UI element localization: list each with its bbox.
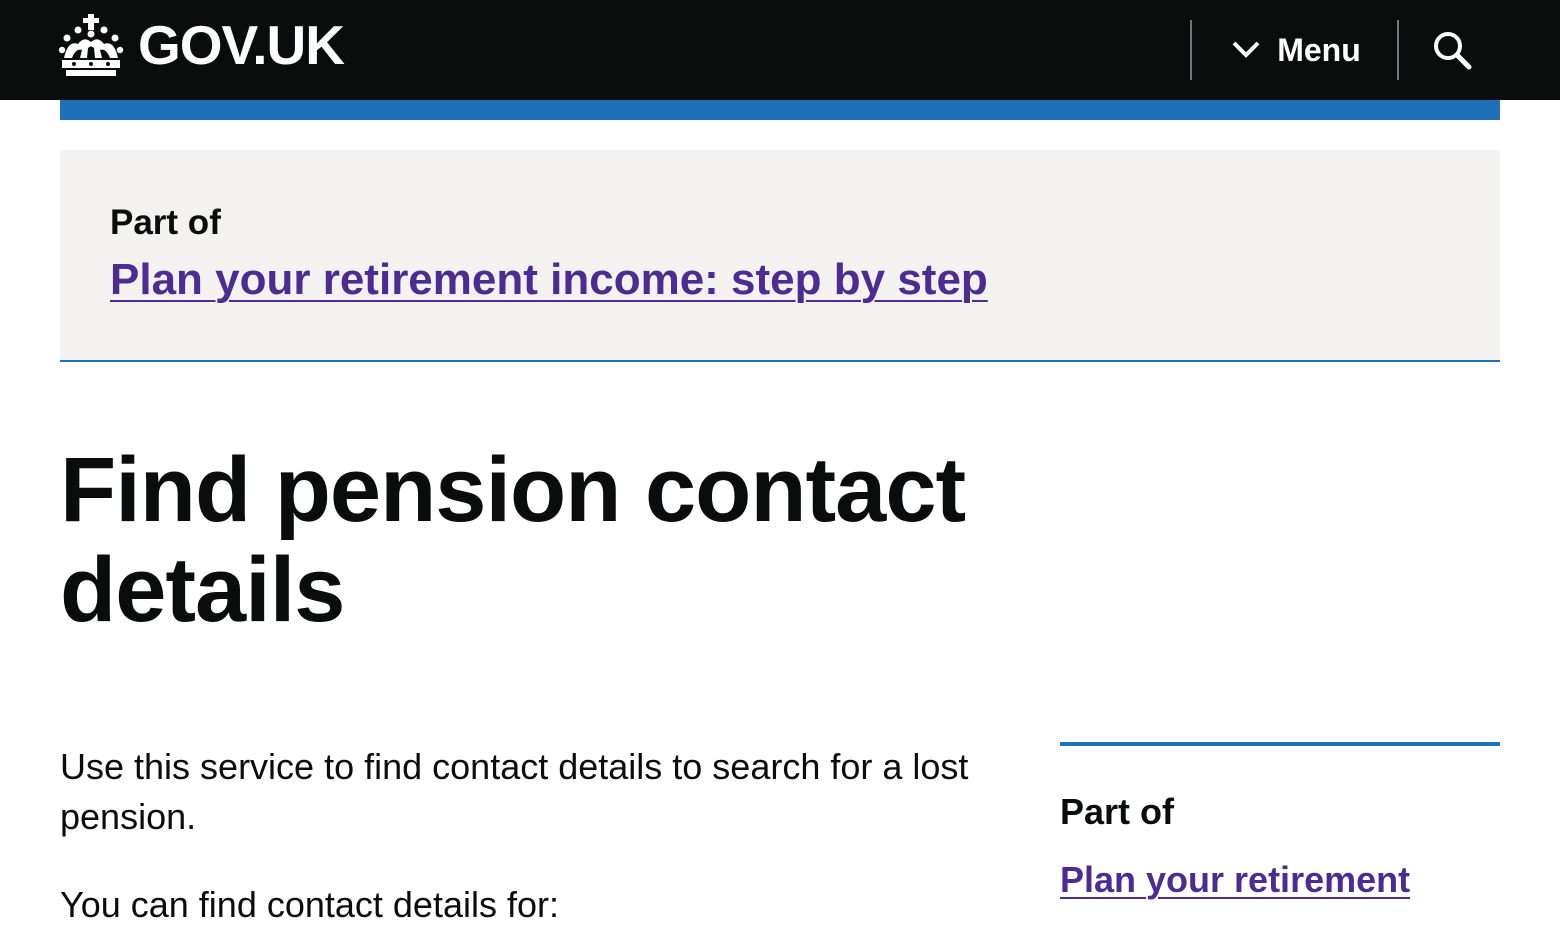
step-by-step-banner: Part of Plan your retirement income: ste… — [60, 150, 1500, 362]
header-accent-bar — [60, 100, 1500, 120]
menu-label: Menu — [1277, 31, 1361, 68]
crown-icon — [58, 14, 124, 76]
intro-paragraph: Use this service to find contact details… — [60, 746, 969, 837]
govuk-logo-link[interactable]: GOV.UK — [58, 12, 345, 78]
search-button[interactable] — [1400, 0, 1504, 100]
menu-button[interactable]: Menu — [1194, 0, 1398, 100]
part-of-label: Part of — [110, 203, 221, 242]
step-by-step-link[interactable]: Plan your retirement income: step by ste… — [110, 254, 988, 307]
sidebar-part-of-label: Part of — [1060, 791, 1175, 832]
header-divider — [1397, 20, 1399, 80]
logo-text: GOV.UK — [138, 13, 345, 76]
search-icon — [1434, 32, 1472, 70]
sidebar-rule — [1060, 742, 1500, 746]
header-divider — [1190, 20, 1192, 80]
site-header: GOV.UK Menu — [0, 0, 1560, 100]
sidebar-step-by-step-link[interactable]: Plan your retirement — [1060, 858, 1410, 901]
subintro-paragraph: You can find contact details for: — [60, 884, 559, 925]
page-title: Find pension contact details — [60, 439, 966, 641]
chevron-down-icon — [1232, 41, 1260, 58]
